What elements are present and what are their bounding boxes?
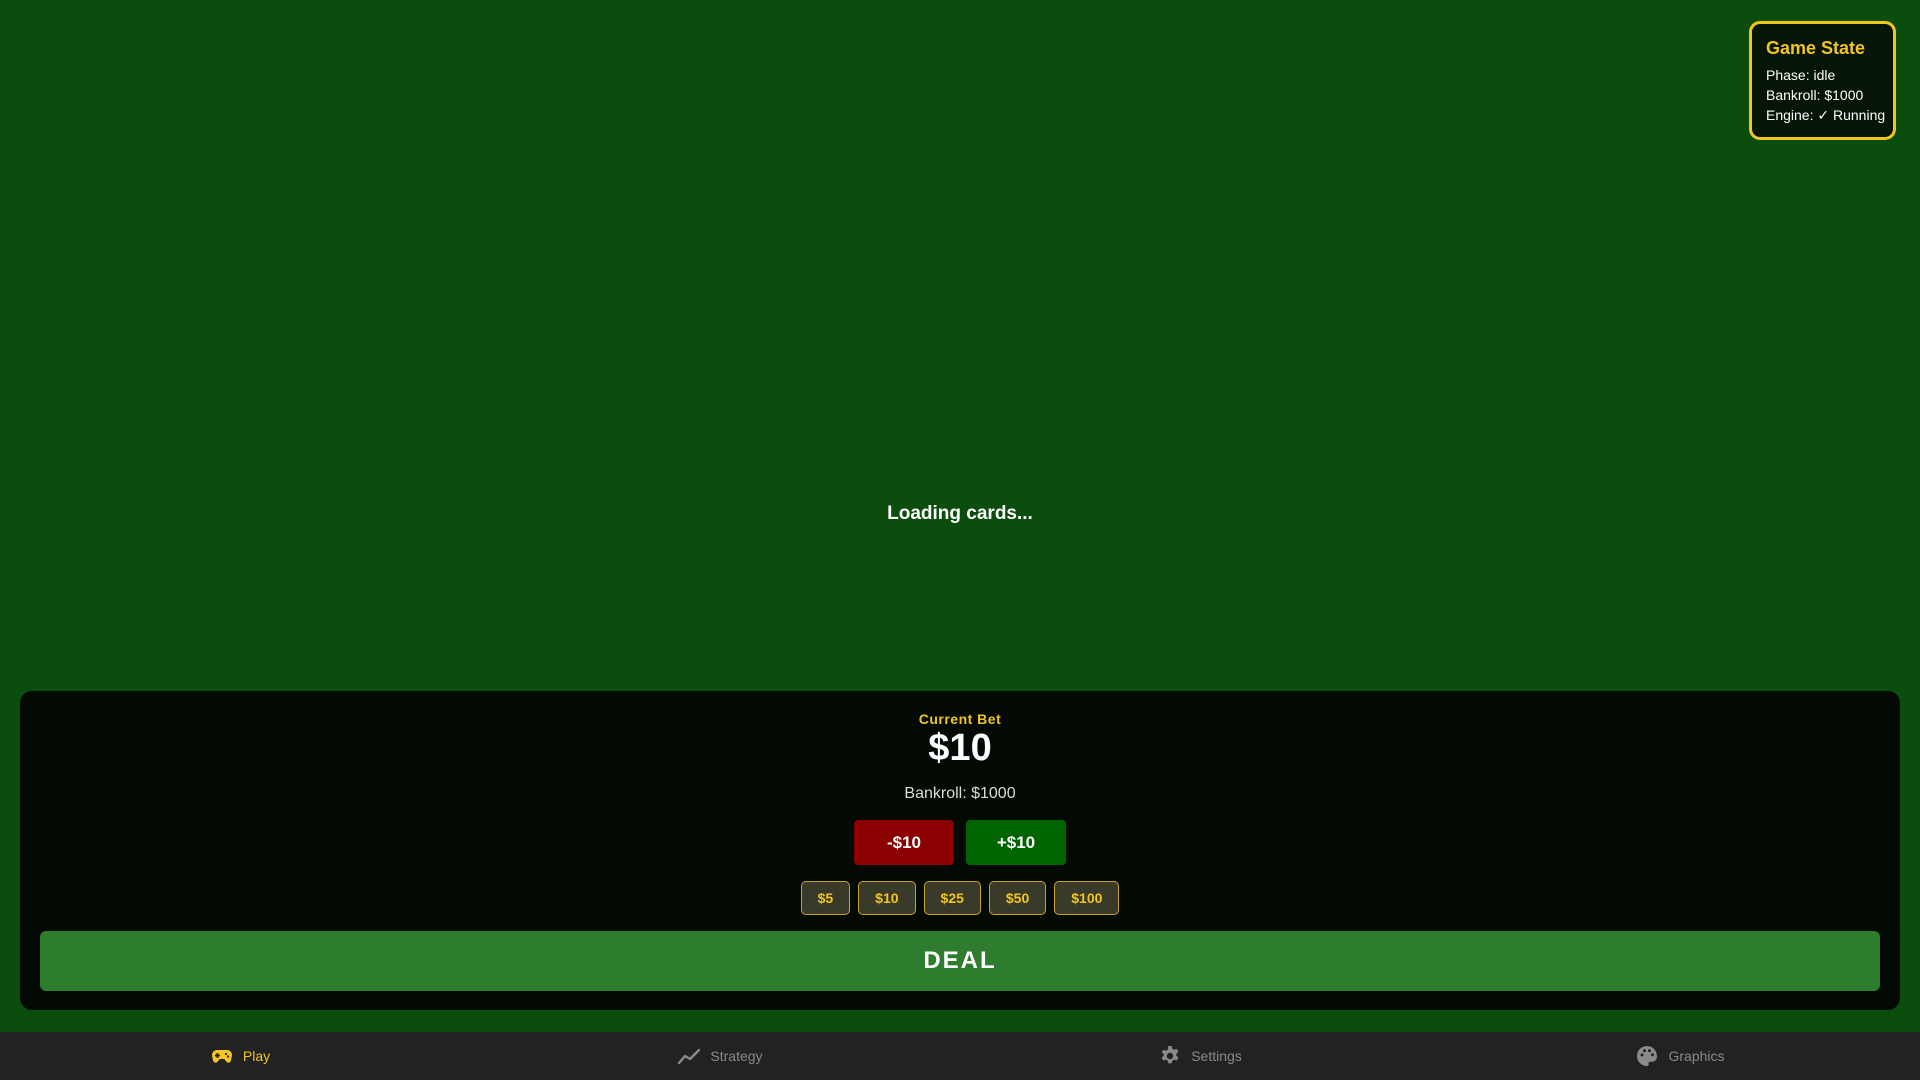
chip-row: $5 $10 $25 $50 $100 [20, 881, 1900, 915]
game-state-engine: Engine: ✓ Running [1766, 107, 1886, 123]
gear-icon [1158, 1044, 1182, 1068]
game-state-bankroll: Bankroll: $1000 [1766, 87, 1864, 103]
bet-adjust-row: -$10 +$10 [20, 820, 1900, 865]
game-state-phase: Phase: idle [1766, 67, 1836, 83]
gamepad-icon [210, 1044, 234, 1068]
loading-cards-text: Loading cards... [887, 503, 1033, 524]
trend-line-icon [677, 1044, 701, 1068]
nav-item-settings[interactable]: Settings [960, 1032, 1440, 1080]
game-state-title: Game State [1766, 38, 1866, 58]
bankroll-display: Bankroll: $1000 [904, 785, 1016, 802]
chip-button-10[interactable]: $10 [858, 881, 916, 915]
nav-label-strategy: Strategy [710, 1048, 763, 1064]
game-state-panel: Game State Phase: idle Bankroll: $1000 E… [1749, 21, 1896, 140]
chip-button-100[interactable]: $100 [1054, 881, 1120, 915]
card-table: Loading cards... [0, 0, 1920, 690]
chip-button-50[interactable]: $50 [988, 881, 1047, 915]
nav-item-strategy[interactable]: Strategy [480, 1032, 960, 1080]
bottom-nav: Play Strategy Settings Graphics [0, 1032, 1920, 1080]
nav-item-graphics[interactable]: Graphics [1440, 1032, 1920, 1080]
decrease-bet-button[interactable]: -$10 [854, 820, 954, 865]
increase-bet-button[interactable]: +$10 [966, 820, 1066, 865]
current-bet-amount: $10 [928, 727, 992, 769]
chip-button-5[interactable]: $5 [800, 881, 851, 915]
nav-label-settings: Settings [1191, 1048, 1242, 1064]
current-bet-label: Current Bet [918, 711, 1002, 727]
deal-button[interactable]: DEAL [40, 931, 1880, 991]
chip-button-25[interactable]: $25 [923, 881, 981, 915]
nav-label-play: Play [242, 1048, 271, 1064]
nav-label-graphics: Graphics [1668, 1048, 1725, 1064]
palette-icon [1635, 1044, 1659, 1068]
nav-item-play[interactable]: Play [0, 1032, 480, 1080]
betting-panel: Current Bet $10 Bankroll: $1000 -$10 +$1… [20, 691, 1900, 1010]
